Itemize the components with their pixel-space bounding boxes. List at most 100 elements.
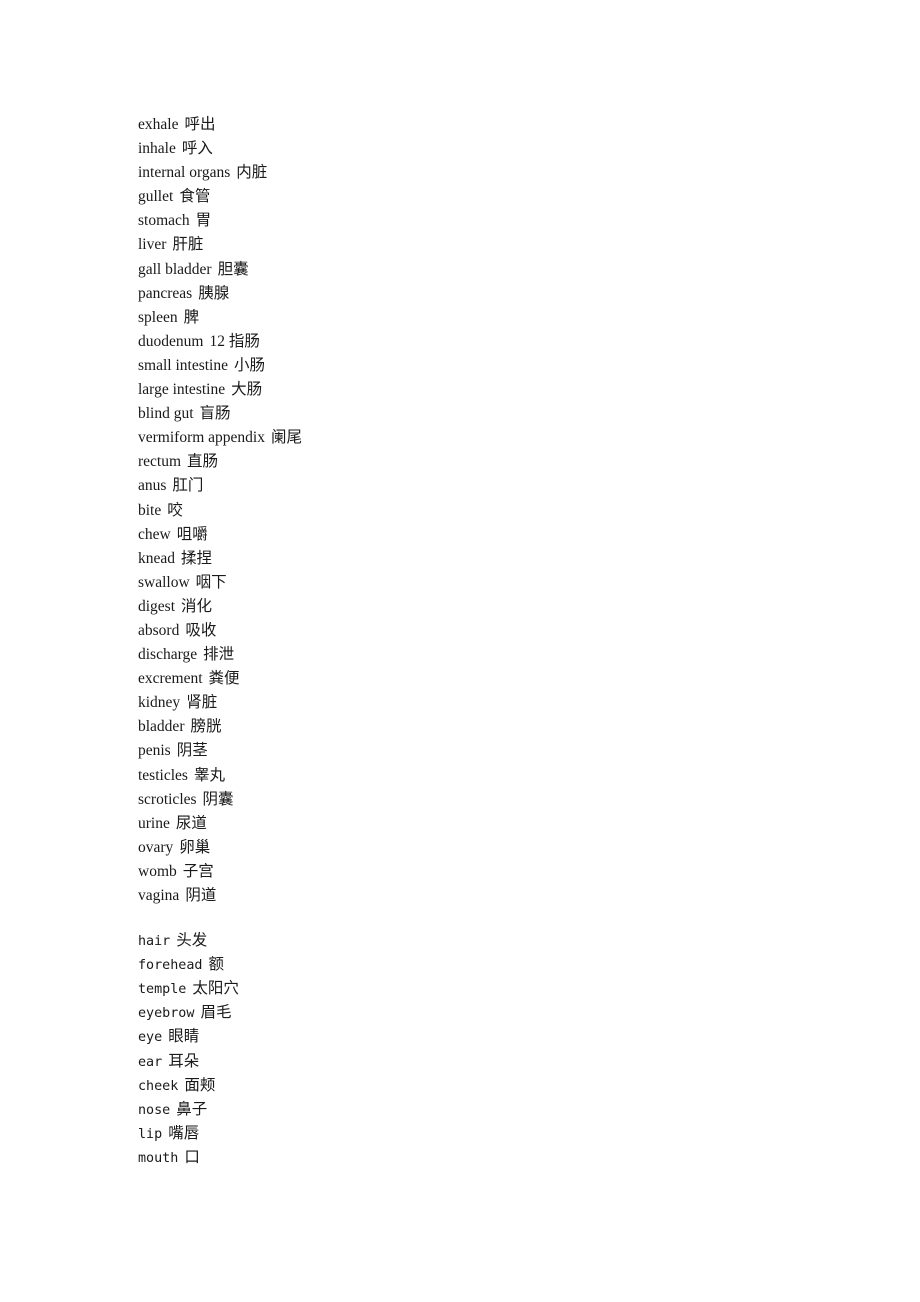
vocabulary-entry: penis 阴茎 <box>138 739 838 763</box>
entry-term: vermiform appendix <box>138 429 265 447</box>
vocabulary-entry: pancreas 胰腺 <box>138 282 838 306</box>
entry-gloss: 嘴唇 <box>168 1124 200 1142</box>
entry-term: exhale <box>138 116 179 133</box>
vocabulary-block-head-and-face: hair 头发 forehead 额 temple 太阳穴 eyebrow 眉毛 eye 眼睛 ea… <box>138 929 838 1170</box>
vocabulary-entry: womb 子宫 <box>138 860 838 884</box>
vocabulary-entry: anus 肛门 <box>138 474 838 498</box>
vocabulary-entry: absord 吸收 <box>138 619 838 643</box>
entry-term: gall bladder <box>138 260 212 278</box>
entry-gloss: 揉捏 <box>181 549 213 567</box>
entry-term: chew <box>138 525 171 543</box>
entry-term: pancreas <box>138 284 193 302</box>
vocabulary-entry: rectum 直肠 <box>138 450 838 474</box>
entry-gloss: 阴道 <box>185 887 217 904</box>
vocabulary-entry: excrement 粪便 <box>138 667 838 691</box>
vocabulary-entry: mouth 口 <box>138 1146 838 1170</box>
vocabulary-entry: gall bladder 胆囊 <box>138 258 838 282</box>
entry-term: forehead <box>138 958 203 974</box>
entry-term: knead <box>138 549 176 567</box>
entry-term: spleen <box>138 308 178 326</box>
entry-gloss: 子宫 <box>182 862 214 880</box>
entry-gloss: 胆囊 <box>217 260 249 278</box>
entry-term: eye <box>138 1030 163 1046</box>
entry-gloss: 呼入 <box>181 140 213 158</box>
vocabulary-entry: testicles 睾丸 <box>138 764 838 788</box>
vocabulary-entry: discharge 排泄 <box>138 643 838 667</box>
entry-term: temple <box>138 982 187 998</box>
vocabulary-entry: liver 肝脏 <box>138 233 838 257</box>
entry-gloss: 直肠 <box>187 453 219 471</box>
entry-term: ear <box>138 1054 163 1070</box>
block-separator <box>138 908 838 929</box>
entry-gloss: 胃 <box>195 212 212 230</box>
vocabulary-entry: small intestine 小肠 <box>138 354 838 378</box>
entry-gloss: 粪便 <box>208 670 240 688</box>
entry-gloss: 吸收 <box>185 621 217 639</box>
entry-gloss: 耳朵 <box>168 1052 200 1070</box>
entry-gloss: 肾脏 <box>186 694 218 712</box>
entry-gloss: 眉毛 <box>200 1004 232 1022</box>
vocabulary-entry: ovary 卵巢 <box>138 836 838 860</box>
vocabulary-entry: bladder 膀胱 <box>138 715 838 739</box>
entry-term: bladder <box>138 718 185 736</box>
entry-gloss: 大肠 <box>231 381 263 399</box>
entry-gloss: 咬 <box>167 501 183 519</box>
entry-gloss: 阑尾 <box>270 429 302 447</box>
entry-term: kidney <box>138 694 181 712</box>
vocabulary-entry: kidney 肾脏 <box>138 691 838 715</box>
entry-term: discharge <box>138 646 198 664</box>
vocabulary-entry: cheek 面颊 <box>138 1074 838 1098</box>
vocabulary-entry: eye 眼睛 <box>138 1025 838 1049</box>
entry-gloss: 食管 <box>179 188 211 206</box>
entry-term: absord <box>138 621 180 639</box>
vocabulary-block-internal-organs-and-functions: exhale 呼出 inhale 呼入 internal organs 内脏 gullet 食… <box>138 113 838 908</box>
entry-term: penis <box>138 742 171 760</box>
entry-gloss: 排泄 <box>203 646 235 664</box>
vocabulary-entry: urine 尿道 <box>138 812 838 836</box>
vocabulary-entry: knead 揉捏 <box>138 547 838 571</box>
vocabulary-entry: bite 咬 <box>138 499 838 523</box>
entry-term: stomach <box>138 212 190 230</box>
entry-gloss: 咀嚼 <box>176 525 208 543</box>
vocabulary-entry: stomach 胃 <box>138 209 838 233</box>
vocabulary-entry: large intestine 大肠 <box>138 378 838 402</box>
entry-term: small intestine <box>138 356 228 374</box>
entry-term: cheek <box>138 1078 179 1094</box>
vocabulary-entry: ear 耳朵 <box>138 1050 838 1074</box>
entry-gloss: 头发 <box>176 932 208 950</box>
entry-term: urine <box>138 814 170 832</box>
entry-term: lip <box>138 1126 163 1142</box>
vocabulary-entry: chew 咀嚼 <box>138 523 838 547</box>
vocabulary-entry: inhale 呼入 <box>138 137 838 161</box>
entry-term: rectum <box>138 453 182 471</box>
vocabulary-entry: swallow 咽下 <box>138 571 838 595</box>
vocabulary-entry: digest 消化 <box>138 595 838 619</box>
entry-term: mouth <box>138 1150 179 1166</box>
entry-gloss: 鼻子 <box>176 1100 208 1118</box>
entry-gloss: 卵巢 <box>179 838 211 856</box>
entry-gloss: 脾 <box>183 308 200 326</box>
vocabulary-entry: duodenum 12 指肠 <box>138 330 838 354</box>
entry-term: large intestine <box>138 381 226 399</box>
vocabulary-list: exhale 呼出 inhale 呼入 internal organs 内脏 gullet 食… <box>138 113 838 1170</box>
entry-term: eyebrow <box>138 1006 195 1022</box>
entry-term: testicles <box>138 766 188 784</box>
entry-term: scroticles <box>138 790 197 808</box>
entry-term: swallow <box>138 573 190 591</box>
vocabulary-entry: blind gut 盲肠 <box>138 402 838 426</box>
entry-gloss: 面颊 <box>184 1076 216 1094</box>
entry-term: gullet <box>138 188 174 206</box>
entry-gloss: 肝脏 <box>172 236 204 254</box>
entry-gloss: 太阳穴 <box>192 980 239 998</box>
vocabulary-entry: gullet 食管 <box>138 185 838 209</box>
entry-gloss: 消化 <box>181 597 213 615</box>
vocabulary-entry: eyebrow 眉毛 <box>138 1001 838 1025</box>
vocabulary-entry: scroticles 阴囊 <box>138 788 838 812</box>
entry-term: anus <box>138 477 167 495</box>
entry-gloss: 12 指肠 <box>209 332 260 350</box>
vocabulary-entry: internal organs 内脏 <box>138 161 838 185</box>
entry-term: hair <box>138 934 171 950</box>
entry-term: internal organs <box>138 164 231 182</box>
entry-term: inhale <box>138 140 176 158</box>
entry-gloss: 肛门 <box>172 477 204 495</box>
